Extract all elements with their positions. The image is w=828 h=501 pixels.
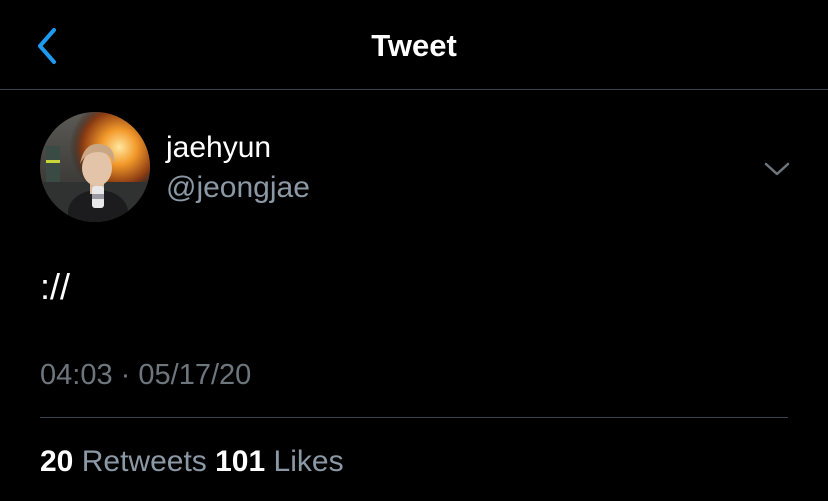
- tweet-time: 04:03: [40, 359, 113, 391]
- avatar-image: [40, 112, 150, 222]
- like-count: 101: [215, 445, 266, 478]
- tweet-text: ://: [40, 266, 71, 307]
- author-handle[interactable]: @jeongjae: [166, 170, 310, 206]
- tweet-date: 05/17/20: [138, 359, 252, 391]
- top-bar: Tweet: [0, 0, 828, 90]
- like-label: Likes: [273, 445, 344, 478]
- chevron-down-icon: [764, 162, 790, 176]
- avatar[interactable]: [40, 112, 150, 222]
- retweet-count: 20: [40, 445, 74, 478]
- divider: [40, 417, 788, 418]
- page-title: Tweet: [371, 28, 457, 63]
- timestamp-separator: ·: [120, 359, 131, 391]
- author-display-name[interactable]: jaehyun: [166, 130, 271, 166]
- likes-stat[interactable]: 101 Likes: [215, 445, 343, 478]
- more-options-button[interactable]: [760, 156, 794, 182]
- tweet-timestamp[interactable]: 04:03 · 05/17/20: [40, 357, 251, 393]
- retweets-stat[interactable]: 20 Retweets: [40, 445, 207, 478]
- tweet-stats: 20 Retweets 101 Likes: [40, 444, 344, 480]
- retweet-label: Retweets: [81, 445, 207, 478]
